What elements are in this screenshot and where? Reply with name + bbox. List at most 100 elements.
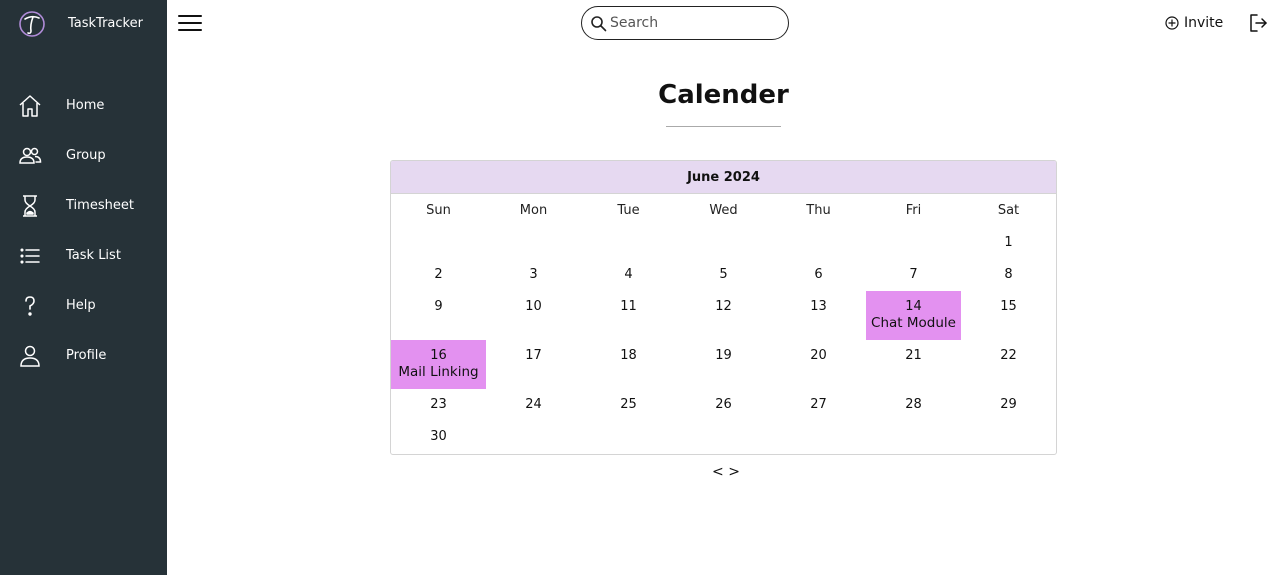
day-cell[interactable]: 9 [391,291,486,340]
day-number: 10 [525,299,542,314]
sidebar-item-label: Profile [66,348,107,363]
title-divider [666,126,781,127]
day-number: 13 [810,299,827,314]
empty-day-cell [961,421,1056,453]
prev-month-button[interactable]: < [712,464,724,480]
day-cell[interactable]: 20 [771,340,866,389]
day-cell[interactable]: 1 [961,227,1056,259]
sidebar-nav: Home Group Timesheet Task List Help Prof… [0,81,167,381]
calendar-week-row: 1 [391,227,1056,259]
weekday-label: Thu [806,203,831,218]
sidebar-item-help[interactable]: Help [0,281,167,331]
day-number: 9 [434,299,443,314]
day-number: 19 [715,348,732,363]
day-cell[interactable]: 21 [866,340,961,389]
empty-day-cell [676,421,771,453]
day-cell[interactable]: 6 [771,259,866,291]
day-cell[interactable]: 26 [676,389,771,421]
app-logo-icon [19,11,45,37]
day-cell[interactable]: 30 [391,421,486,453]
empty-day-cell [771,227,866,259]
day-cell[interactable]: 13 [771,291,866,340]
empty-day-cell [486,227,581,259]
day-number: 1 [1004,235,1013,250]
day-cell[interactable]: 22 [961,340,1056,389]
day-cell[interactable]: 24 [486,389,581,421]
day-number: 3 [529,267,538,282]
hourglass-icon [23,195,37,217]
empty-day-cell [866,421,961,453]
day-cell[interactable]: 12 [676,291,771,340]
calendar: June 2024 Sun Mon Tue Wed Thu Fri Sat 12… [390,160,1057,455]
empty-day-cell [866,227,961,259]
calendar-week-row: 16 Mail Linking 17 18 19 20 21 22 [391,340,1056,389]
page-title: Calender [658,80,789,110]
day-number: 29 [1000,397,1017,412]
day-cell[interactable]: 19 [676,340,771,389]
sidebar-item-task-list[interactable]: Task List [0,231,167,281]
weekday-label: Sat [997,203,1020,218]
calendar-month-label: June 2024 [391,161,1056,194]
day-number: 21 [905,348,922,363]
day-cell[interactable]: 8 [961,259,1056,291]
help-icon [25,296,35,316]
day-number: 28 [905,397,922,412]
app-name: TaskTracker [68,16,143,31]
weekday-label: Wed [709,203,738,218]
day-cell[interactable]: 3 [486,259,581,291]
day-cell[interactable]: 15 [961,291,1056,340]
day-number: 23 [430,397,447,412]
day-number: 17 [525,348,542,363]
day-number: 24 [525,397,542,412]
day-cell[interactable]: 7 [866,259,961,291]
brand[interactable]: TaskTracker [18,10,143,38]
day-cell[interactable]: 2 [391,259,486,291]
day-cell[interactable]: 29 [961,389,1056,421]
sidebar-item-group[interactable]: Group [0,131,167,181]
empty-day-cell [676,227,771,259]
day-number: 25 [620,397,637,412]
next-month-button[interactable]: > [728,464,740,480]
weekday-label: Fri [905,203,922,218]
calendar-week-row: 2 3 4 5 6 7 8 [391,259,1056,291]
day-number: 26 [715,397,732,412]
day-number: 5 [719,267,728,282]
day-number: 18 [620,348,637,363]
sidebar-item-label: Home [66,98,105,113]
day-cell[interactable]: 4 [581,259,676,291]
calendar-grid: 1 2 3 4 5 6 7 8 9 10 11 12 13 14 Chat Module 15 16 Mail L… [391,227,1056,453]
day-number: 7 [909,267,918,282]
day-cell[interactable]: 10 [486,291,581,340]
day-cell[interactable]: 17 [486,340,581,389]
event-label: Chat Module [871,315,956,331]
calendar-week-row: 23 24 25 26 27 28 29 [391,389,1056,421]
event-label: Mail Linking [398,364,479,380]
day-number: 16 [430,348,447,363]
sidebar-item-home[interactable]: Home [0,81,167,131]
calendar-nav: < > [712,464,740,480]
day-number: 22 [1000,348,1017,363]
day-cell[interactable]: 5 [676,259,771,291]
calendar-weekday-row: Sun Mon Tue Wed Thu Fri Sat [391,195,1056,227]
day-cell[interactable]: 18 [581,340,676,389]
sidebar-item-profile[interactable]: Profile [0,331,167,381]
calendar-week-row: 9 10 11 12 13 14 Chat Module 15 [391,291,1056,340]
sidebar-item-timesheet[interactable]: Timesheet [0,181,167,231]
day-cell[interactable]: 28 [866,389,961,421]
empty-day-cell [391,227,486,259]
list-icon [20,248,40,264]
day-number: 15 [1000,299,1017,314]
calendar-week-row: 30 [391,421,1056,453]
day-cell[interactable]: 11 [581,291,676,340]
sidebar-item-label: Help [66,298,96,313]
day-cell[interactable]: 25 [581,389,676,421]
sidebar-item-label: Timesheet [66,198,134,213]
empty-day-cell [581,227,676,259]
day-cell[interactable]: 14 Chat Module [866,291,961,340]
day-cell[interactable]: 27 [771,389,866,421]
day-cell[interactable]: 23 [391,389,486,421]
day-cell[interactable]: 16 Mail Linking [391,340,486,389]
day-number: 14 [905,299,922,314]
day-number: 8 [1004,267,1013,282]
day-number: 20 [810,348,827,363]
